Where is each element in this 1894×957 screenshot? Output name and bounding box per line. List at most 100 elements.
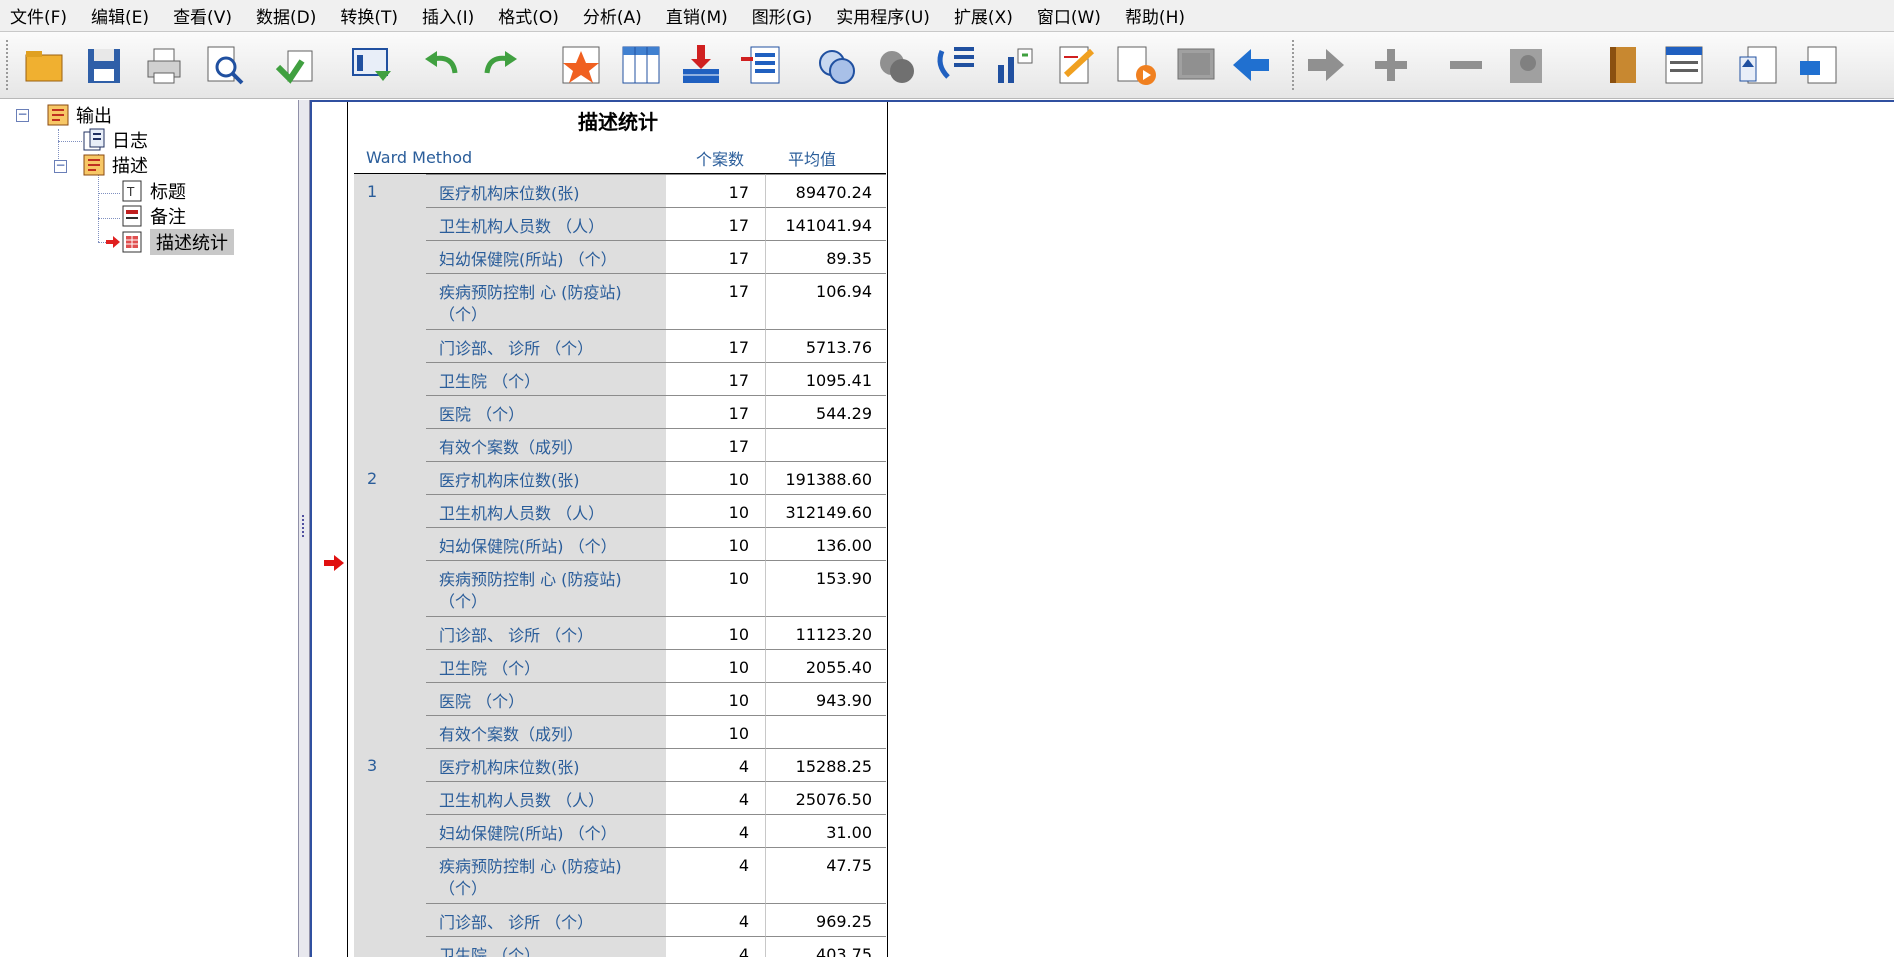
table-row[interactable]: 有效个案数（成列） 10 [354,715,886,748]
value-labels-button[interactable] [870,38,922,92]
spell-check-button[interactable] [1050,38,1102,92]
table-row[interactable]: 妇幼保健院(所站) （个） 10 136.00 [354,527,886,560]
table-row[interactable]: 妇幼保健院(所站) （个） 4 31.00 [354,814,886,847]
menu-item[interactable]: 文件(F) [0,3,81,28]
n-value: 17 [728,183,749,202]
print-preview-button[interactable] [198,38,250,92]
goto-case-button[interactable] [555,38,607,92]
run-script-button[interactable] [1110,38,1162,92]
variable-label: 医疗机构床位数(张) [439,758,580,777]
table-row[interactable]: 卫生机构人员数 （人） 4 25076.50 [354,781,886,814]
menu-item[interactable]: 格式(O) [488,3,573,28]
table-row[interactable]: 卫生院 （个） 10 2055.40 [354,649,886,682]
menu-item[interactable]: 图形(G) [742,3,826,28]
mean-cell: 106.94 [766,273,886,329]
table-row[interactable]: 卫生院 （个） 17 1095.41 [354,362,886,395]
hide-button[interactable] [1170,38,1222,92]
variable-cell: 妇幼保健院(所站) （个） [426,240,666,273]
toolbar-grip[interactable] [6,40,10,90]
insert-text-button[interactable] [1792,38,1844,92]
variable-label: 疾病预防控制 心 (防疫站) （个） [439,570,622,611]
menu-item[interactable]: 转换(T) [330,3,412,28]
n-value: 17 [728,371,749,390]
mean-value: 943.90 [816,691,872,710]
table-row[interactable]: 疾病预防控制 心 (防疫站) （个） 4 47.75 [354,847,886,903]
mean-value: 312149.60 [785,503,872,522]
recall-dialog-button[interactable] [345,38,397,92]
outline-node-notes[interactable]: 备注 [120,204,186,228]
outline-node-title[interactable]: T 标题 [120,179,186,203]
menu-item[interactable]: 分析(A) [573,3,656,28]
outline-node-output[interactable]: 输出 [46,103,112,127]
variables-button[interactable] [675,38,727,92]
expand-button[interactable] [1365,38,1417,92]
pane-splitter[interactable] [298,100,310,957]
redo-button[interactable] [475,38,527,92]
table-row[interactable]: 医疗机构床位数(张) 4 15288.25 [354,748,886,781]
variable-cell: 医院 （个） [426,395,666,428]
mean-cell: 141041.94 [766,207,886,240]
mean-value: 47.75 [826,856,872,875]
undo-button[interactable] [415,38,467,92]
variable-label: 疾病预防控制 心 (防疫站) （个） [439,283,622,324]
group-number: 3 [367,756,378,775]
goto-variable-button[interactable] [615,38,667,92]
open-button[interactable] [18,38,70,92]
select-cases-button[interactable] [810,38,862,92]
toolbar-grip[interactable] [1292,40,1296,90]
promote-button[interactable] [1225,38,1277,92]
demote-button[interactable] [1300,38,1352,92]
outline-node-log[interactable]: 日志 [82,128,148,152]
menu-item[interactable]: 数据(D) [246,3,330,28]
show-button[interactable] [1500,38,1552,92]
table-row[interactable]: 医疗机构床位数(张) 17 89470.24 [354,174,886,207]
use-sets-button[interactable] [930,38,982,92]
table-row[interactable]: 疾病预防控制 心 (防疫站) （个） 10 153.90 [354,560,886,616]
menu-item[interactable]: 插入(I) [412,3,488,28]
menu-item[interactable]: 查看(V) [163,3,246,28]
n-cell: 4 [666,903,766,936]
book-button[interactable] [1598,38,1650,92]
collapse-toggle[interactable]: − [54,159,67,173]
menu-item[interactable]: 窗口(W) [1027,3,1115,28]
table-row[interactable]: 医院 （个） 10 943.90 [354,682,886,715]
mean-value: 15288.25 [795,757,872,776]
outline-node-descriptive-stats[interactable]: 描述统计 [120,229,234,255]
table-row[interactable]: 卫生院 （个） 4 403.75 [354,936,886,957]
menu-item[interactable]: 扩展(X) [944,3,1027,28]
variable-cell: 有效个案数（成列） [426,715,666,748]
descriptive-stats-table[interactable]: 描述统计 Ward Method 个案数 平均值 医疗机构床位数(张) 17 894… [348,102,888,957]
table-row[interactable]: 卫生机构人员数 （人） 10 312149.60 [354,494,886,527]
table-row[interactable]: 医院 （个） 17 544.29 [354,395,886,428]
show-all-variables-button[interactable] [990,38,1042,92]
outline-node-descriptives[interactable]: 描述 [82,153,148,177]
insert-heading-button[interactable] [1658,38,1710,92]
n-cell: 4 [666,748,766,781]
mean-cell: 89.35 [766,240,886,273]
save-button[interactable] [78,38,130,92]
export-button[interactable] [270,38,322,92]
outline-label: 备注 [150,207,186,228]
collapse-toggle[interactable]: − [16,108,29,122]
print-button[interactable] [138,38,190,92]
table-row[interactable]: 门诊部、 诊所 （个） 17 5713.76 [354,329,886,362]
designate-window-button[interactable] [735,38,787,92]
menu-item[interactable]: 编辑(E) [81,3,163,28]
table-row[interactable]: 有效个案数（成列） 17 [354,428,886,461]
table-row[interactable]: 门诊部、 诊所 （个） 4 969.25 [354,903,886,936]
menu-item[interactable]: 直销(M) [656,3,742,28]
collapse-button[interactable] [1440,38,1492,92]
mean-cell: 544.29 [766,395,886,428]
table-row[interactable]: 妇幼保健院(所站) （个） 17 89.35 [354,240,886,273]
table-row[interactable]: 疾病预防控制 心 (防疫站) （个） 17 106.94 [354,273,886,329]
table-row[interactable]: 卫生机构人员数 （人） 17 141041.94 [354,207,886,240]
table-row[interactable]: 门诊部、 诊所 （个） 10 11123.20 [354,616,886,649]
menu-item[interactable]: 实用程序(U) [826,3,944,28]
insert-title-button[interactable] [1732,38,1784,92]
n-value: 10 [728,503,749,522]
variable-cell: 卫生机构人员数 （人） [426,207,666,240]
table-row[interactable]: 医疗机构床位数(张) 10 191388.60 [354,461,886,494]
n-cell: 4 [666,814,766,847]
mean-cell: 25076.50 [766,781,886,814]
menu-item[interactable]: 帮助(H) [1115,3,1199,28]
